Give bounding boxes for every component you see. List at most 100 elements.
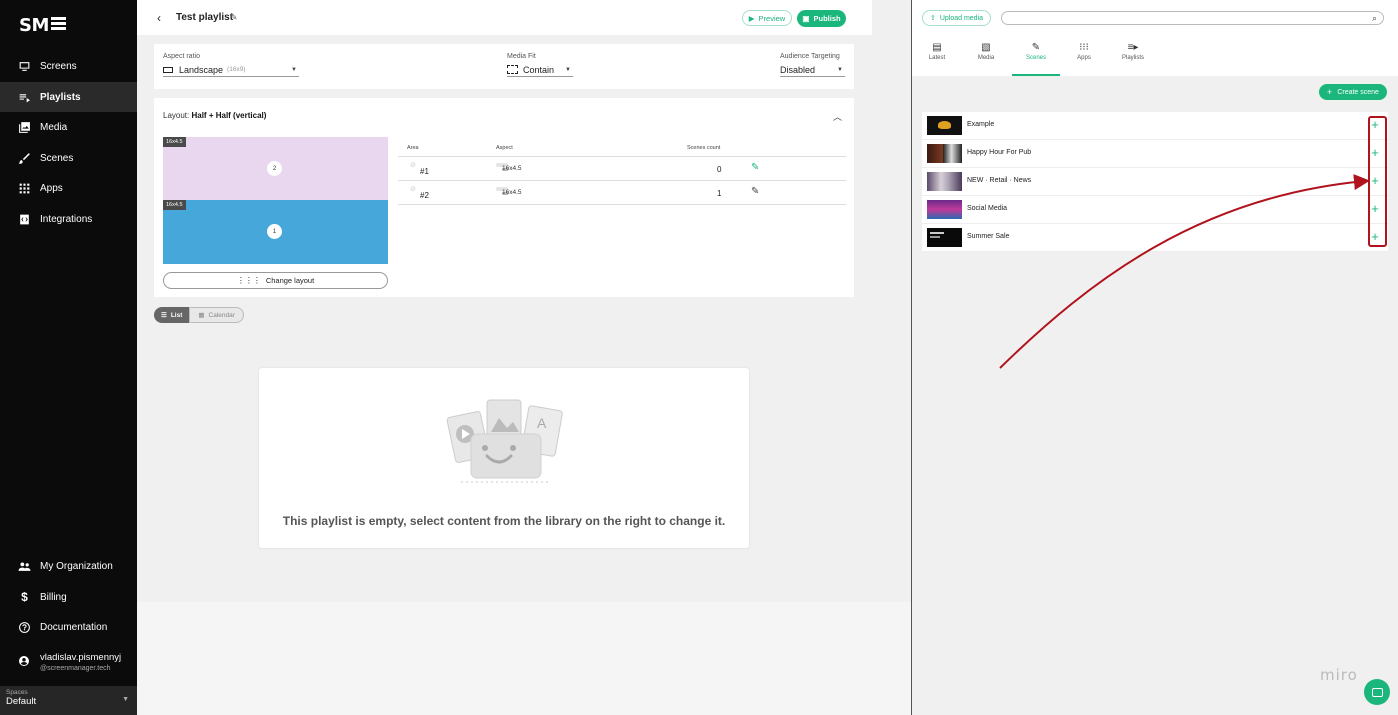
- sidebar-item-integrations[interactable]: Integrations: [0, 204, 137, 234]
- area-number: 1: [267, 224, 282, 239]
- layout-card: Layout: Half + Half (vertical) ︿ 16x4.5 …: [154, 98, 854, 297]
- library-panel: ⇪ Upload media ⌕ ▤ Latest ▧ Media ✎ Scenes ⁝…: [912, 0, 1398, 715]
- publish-icon: ▣: [802, 14, 810, 23]
- calendar-view-button[interactable]: ▦ Calendar: [189, 307, 244, 323]
- app-logo[interactable]: SM: [19, 15, 66, 36]
- media-icon: [18, 121, 31, 134]
- sidebar-item-documentation[interactable]: Documentation: [0, 612, 137, 642]
- edit-area-icon[interactable]: ✎: [751, 162, 759, 173]
- chevron-down-icon: ▼: [837, 66, 843, 73]
- image-icon: ▧: [981, 42, 991, 53]
- spaces-selector[interactable]: Spaces Default ▼: [0, 686, 137, 715]
- aspect-pill: ▭ 16x4.5: [496, 163, 522, 173]
- tab-scenes[interactable]: ✎ Scenes: [1012, 42, 1060, 76]
- edit-area-icon[interactable]: ✎: [751, 186, 759, 197]
- editor-footer-area: [137, 602, 911, 715]
- monitor-icon: [18, 60, 31, 73]
- row-area: #2: [420, 191, 429, 200]
- audience-select[interactable]: Disabled ▼: [780, 63, 845, 77]
- tab-label: Apps: [1077, 55, 1091, 61]
- user-name: vladislav.pismennyj @screenmanager.tech: [40, 652, 121, 672]
- list-item[interactable]: Social Media +: [922, 196, 1388, 224]
- chat-icon: [1371, 687, 1383, 697]
- playlist-editor: ‹ Test playlist ✎ ▶ Preview ▣ Publish Aspe…: [137, 0, 911, 602]
- sidebar-item-label: Media: [40, 121, 68, 133]
- library-header: ⇪ Upload media ⌕ ▤ Latest ▧ Media ✎ Scenes ⁝…: [912, 0, 1398, 76]
- layout-name: Half + Half (vertical): [191, 111, 267, 120]
- row-area: #1: [420, 167, 429, 176]
- fit-icon: [507, 65, 518, 74]
- sidebar-item-label: My Organization: [40, 560, 113, 572]
- tab-apps[interactable]: ⁝⁝⁝ Apps: [1062, 42, 1106, 76]
- miro-watermark: miro: [1320, 666, 1358, 684]
- preview-button[interactable]: ▶ Preview: [742, 10, 792, 26]
- sidebar-item-playlists[interactable]: Playlists: [0, 82, 137, 112]
- list-label: List: [170, 311, 183, 319]
- list-item[interactable]: Example +: [922, 112, 1388, 140]
- sidebar-item-screens[interactable]: Screens: [0, 51, 137, 81]
- edit-title-icon[interactable]: ✎: [230, 12, 238, 23]
- user-profile[interactable]: vladislav.pismennyj @screenmanager.tech: [18, 652, 121, 672]
- brush-icon: ✎: [1031, 42, 1041, 53]
- row-count: 0: [717, 165, 722, 174]
- scene-thumbnail: [927, 228, 962, 247]
- people-icon: [18, 560, 31, 573]
- account-icon: [18, 655, 30, 670]
- tab-media[interactable]: ▧ Media: [964, 42, 1008, 76]
- area-badge: 16x4.5: [163, 137, 186, 147]
- apps-grid-icon: [18, 182, 31, 195]
- list-item[interactable]: Summer Sale +: [922, 224, 1388, 252]
- tab-playlists[interactable]: ≡▸ Playlists: [1111, 42, 1155, 76]
- list-item[interactable]: NEW · Retail · News +: [922, 168, 1388, 196]
- layout-prefix: Layout:: [163, 111, 190, 120]
- audience-label: Audience Targeting: [780, 53, 840, 60]
- chat-support-button[interactable]: [1364, 679, 1390, 705]
- list-view-button[interactable]: ☰ List: [154, 307, 190, 323]
- tab-label: Media: [977, 55, 995, 61]
- change-layout-button[interactable]: ⋮⋮⋮ Change layout: [163, 272, 388, 289]
- dollar-icon: $: [21, 590, 28, 604]
- scene-thumbnail: [927, 116, 962, 135]
- sidebar-item-billing[interactable]: $ Billing: [0, 582, 137, 612]
- user-name-text: vladislav.pismennyj: [40, 652, 122, 663]
- chevron-up-icon[interactable]: ︿: [833, 110, 842, 123]
- sidebar-item-my-organization[interactable]: My Organization: [0, 551, 137, 581]
- upload-label: Upload media: [939, 14, 984, 22]
- areas-table: Area Aspect Scenes count ⊘ #1 ▭ 16x4.5 0…: [398, 142, 846, 205]
- layout-area-2[interactable]: 16x4.5 2: [163, 137, 388, 200]
- upload-icon: ⇪: [929, 15, 936, 22]
- sidebar-item-scenes[interactable]: Scenes: [0, 143, 137, 173]
- playlist-icon: [18, 91, 31, 104]
- back-arrow-icon[interactable]: ‹: [157, 11, 161, 25]
- list-item[interactable]: Happy Hour For Pub +: [922, 140, 1388, 168]
- upload-media-button[interactable]: ⇪ Upload media: [922, 10, 991, 26]
- latest-icon: ▤: [932, 42, 942, 53]
- tab-label: Latest: [928, 55, 946, 61]
- search-input[interactable]: ⌕: [1001, 11, 1384, 25]
- tab-latest[interactable]: ▤ Latest: [915, 42, 959, 76]
- apps-grid-icon: ⁝⁝⁝: [1079, 42, 1089, 53]
- help-icon: [18, 621, 31, 634]
- plus-icon: +: [1327, 87, 1333, 97]
- media-fit-value: Contain: [523, 64, 555, 75]
- sidebar-item-media[interactable]: Media: [0, 112, 137, 142]
- spaces-label: Spaces: [6, 689, 28, 696]
- create-scene-button[interactable]: + Create scene: [1319, 84, 1387, 100]
- tab-label: Playlists: [1121, 55, 1144, 61]
- scene-list: Example + Happy Hour For Pub + NEW · Ret…: [922, 112, 1388, 252]
- search-icon: ⌕: [1371, 13, 1377, 23]
- chevron-down-icon: ▼: [122, 696, 129, 703]
- media-fit-select[interactable]: Contain ▼: [507, 63, 573, 77]
- aspect-ratio-select[interactable]: Landscape (16x9) ▼: [163, 63, 299, 77]
- sidebar-item-apps[interactable]: Apps: [0, 173, 137, 203]
- list-icon: ☰: [161, 312, 167, 319]
- aspect-ratio-hint: (16x9): [227, 66, 246, 73]
- layout-title: Layout: Half + Half (vertical): [163, 111, 266, 120]
- row-aspect: 16x4.5: [502, 165, 522, 172]
- table-row: ⊘ #1 ▭ 16x4.5 0 ✎: [398, 157, 846, 181]
- sidebar-item-label: Screens: [40, 60, 77, 72]
- layout-area-1[interactable]: 16x4.5 1: [163, 200, 388, 264]
- brush-icon: [18, 152, 31, 165]
- col-scenes-count: Scenes count: [687, 145, 721, 151]
- publish-button[interactable]: ▣ Publish: [797, 10, 846, 27]
